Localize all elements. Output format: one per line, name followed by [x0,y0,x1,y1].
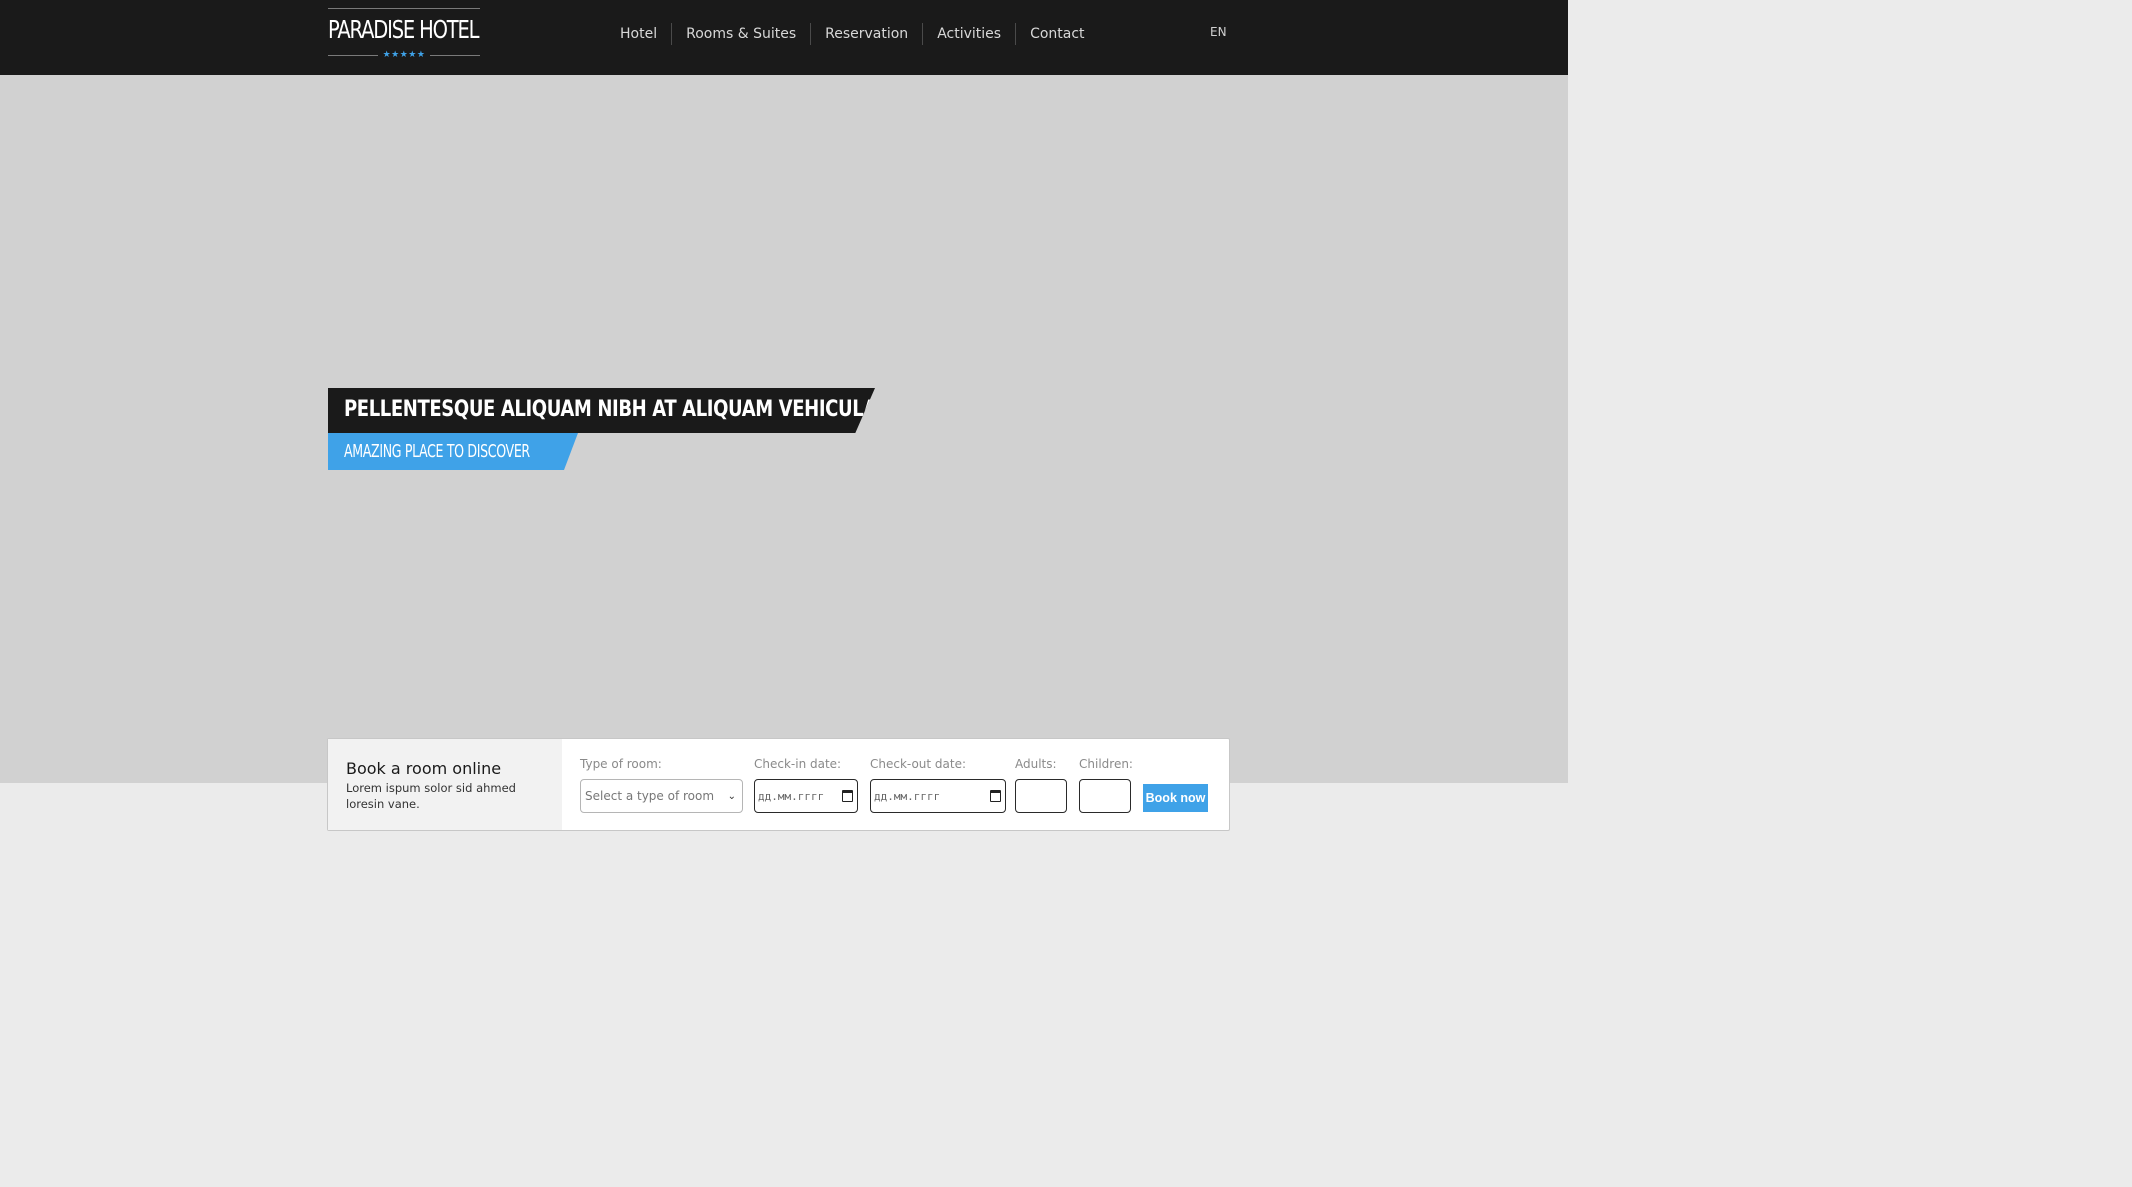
checkin-placeholder: дд.мм.гггг [758,790,825,803]
calendar-icon[interactable] [990,790,1001,802]
children-input[interactable] [1079,779,1131,813]
checkout-placeholder: дд.мм.гггг [874,790,941,803]
checkout-label: Check-out date: [870,757,967,771]
nav-item-activities[interactable]: Activities [922,23,1015,45]
booking-form: Book a room online Lorem ispum solor sid… [327,738,1230,831]
nav-item-contact[interactable]: Contact [1015,23,1098,45]
room-type-value: Select a type of room [585,789,715,803]
checkin-label: Check-in date: [754,757,842,771]
brand-logo[interactable]: PARADISE HOTEL ★★★★★ [328,8,480,61]
booking-title: Book a room online [346,759,502,778]
booking-intro: Book a room online Lorem ispum solor sid… [328,739,562,830]
adults-input[interactable] [1015,779,1067,813]
nav-item-hotel[interactable]: Hotel [606,23,671,45]
hero-headline: PELLENTESQUE ALIQUAM NIBH AT ALIQUAM VEH… [344,397,877,422]
nav-item-rooms-suites[interactable]: Rooms & Suites [671,23,810,45]
calendar-icon[interactable] [842,790,853,802]
hero-subheadline: AMAZING PLACE TO DISCOVER [344,441,530,462]
children-label: Children: [1079,757,1133,771]
book-now-button[interactable]: Book now [1143,784,1208,812]
star-rating-icon: ★★★★★ [378,49,430,61]
brand-name: PARADISE HOTEL [328,15,480,44]
checkin-date-input[interactable]: дд.мм.гггг [754,779,858,813]
nav-item-reservation[interactable]: Reservation [810,23,922,45]
hero-headline-box: PELLENTESQUE ALIQUAM NIBH AT ALIQUAM VEH… [328,388,875,433]
room-type-label: Type of room: [580,757,662,771]
main-nav: Hotel Rooms & Suites Reservation Activit… [606,22,1099,46]
checkout-date-input[interactable]: дд.мм.гггг [870,779,1006,813]
language-switcher[interactable]: EN [1210,25,1227,39]
hero-subheadline-box: AMAZING PLACE TO DISCOVER [328,433,578,470]
top-navbar: PARADISE HOTEL ★★★★★ Hotel Rooms & Suite… [0,0,1568,75]
booking-description: Lorem ispum solor sid ahmed loresin vane… [346,781,516,811]
adults-label: Adults: [1015,757,1057,771]
chevron-down-icon: ⌄ [727,791,736,802]
room-type-select[interactable]: Select a type of room ⌄ [580,779,743,813]
